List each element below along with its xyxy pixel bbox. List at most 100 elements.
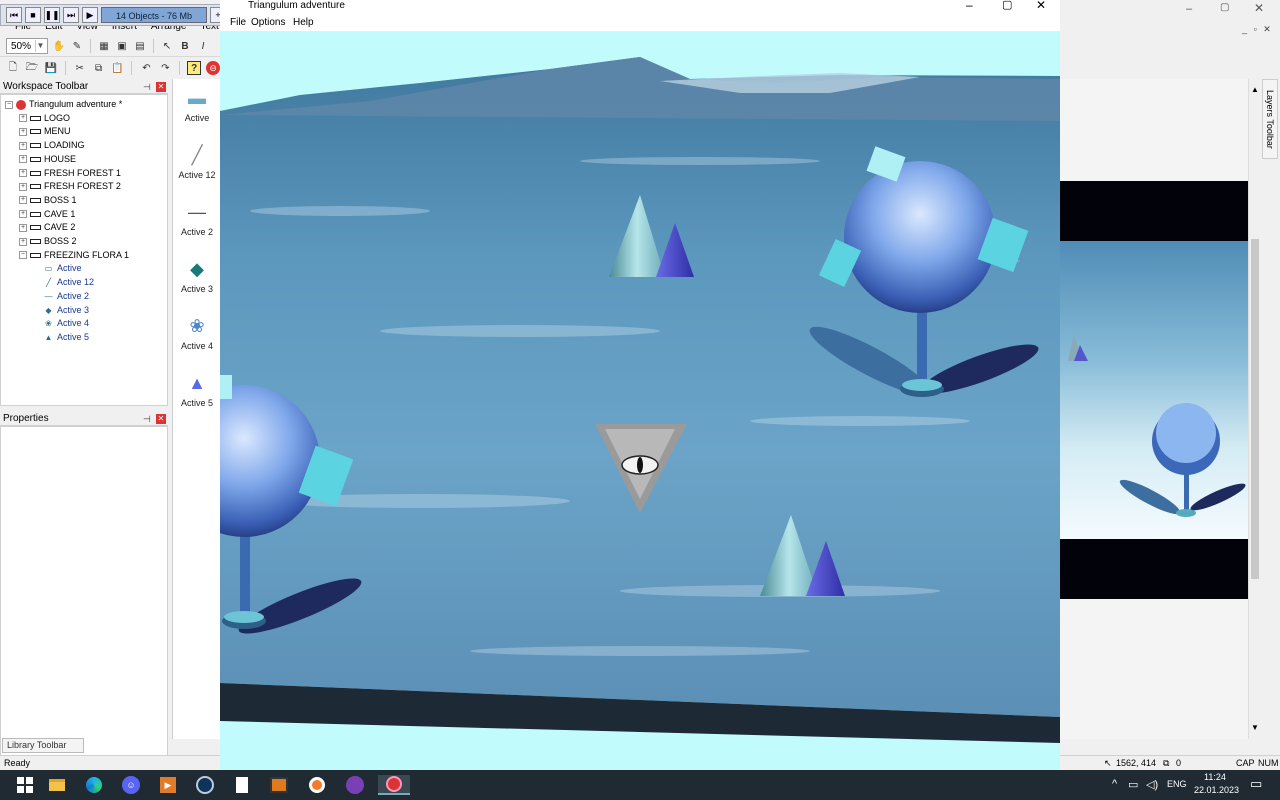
close-icon[interactable]: ✕ <box>156 414 166 424</box>
object-strip-item[interactable]: ▬ Active <box>173 87 221 124</box>
gif-app-icon[interactable] <box>268 775 290 795</box>
grid-icon[interactable]: ▦ <box>97 39 111 53</box>
stop-icon[interactable]: ⊖ <box>206 61 221 75</box>
editor-minimize-button[interactable]: – <box>1186 3 1192 15</box>
open-folder-icon[interactable]: 🗁 <box>25 61 39 75</box>
tree-frame[interactable]: + CAVE 2 <box>19 221 75 234</box>
tree-frame[interactable]: − FREEZING FLORA 1 <box>19 249 129 262</box>
cut-icon[interactable]: ✂ <box>73 61 87 75</box>
stop-icon[interactable]: ■ <box>25 7 41 23</box>
volume-icon[interactable]: ◁) <box>1146 778 1158 791</box>
notepad-icon[interactable] <box>231 775 253 795</box>
tree-frame[interactable]: + BOSS 2 <box>19 235 77 248</box>
language-indicator[interactable]: ENG <box>1167 779 1187 789</box>
tray-chevron-icon[interactable]: ^ <box>1112 778 1117 790</box>
tree-frame[interactable]: + MENU <box>19 125 71 138</box>
object-strip-item[interactable]: — Active 2 <box>173 201 221 238</box>
tree-object[interactable]: ▭ Active <box>43 262 82 275</box>
tree-object[interactable]: ❀ Active 4 <box>43 317 89 330</box>
layers-toolbar-tab[interactable]: Layers Toolbar <box>1262 79 1278 159</box>
pin-icon[interactable]: ⊣ <box>143 82 151 93</box>
italic-button[interactable]: I <box>196 39 210 53</box>
save-icon[interactable]: 💾 <box>44 61 58 75</box>
paste-icon[interactable]: 📋 <box>111 61 125 75</box>
vertical-scrollbar[interactable]: ▲ ▼ <box>1248 79 1260 739</box>
notification-icon[interactable]: ▭ <box>1250 776 1262 792</box>
tree-object[interactable]: ▲ Active 5 <box>43 331 89 344</box>
tree-object[interactable]: ╱ Active 12 <box>43 276 94 289</box>
expand-icon[interactable]: + <box>19 127 27 136</box>
expand-icon[interactable]: + <box>19 210 27 219</box>
file-explorer-icon[interactable] <box>46 775 68 795</box>
edge-icon[interactable] <box>83 775 105 795</box>
tree-frame[interactable]: + LOADING <box>19 139 85 152</box>
game-close-button[interactable]: ✕ <box>1036 0 1046 12</box>
game-minimize-button[interactable]: – <box>966 0 973 12</box>
expand-icon[interactable]: + <box>19 169 27 177</box>
expand-icon[interactable]: + <box>19 155 27 164</box>
library-toolbar-tab[interactable]: Library Toolbar <box>2 738 84 753</box>
game-menu-options[interactable]: Options <box>251 17 285 28</box>
expand-icon[interactable]: + <box>19 196 27 205</box>
status-text: Ready <box>4 758 31 768</box>
object-strip-item[interactable]: ❀ Active 4 <box>173 315 221 352</box>
app-purple-icon[interactable] <box>344 775 366 795</box>
close-icon[interactable]: ✕ <box>156 82 166 92</box>
scroll-down-icon[interactable]: ▼ <box>1251 723 1259 732</box>
new-file-icon[interactable]: 🗋 <box>6 61 20 75</box>
tree-frame[interactable]: + FRESH FOREST 2 <box>19 180 121 193</box>
tree-object[interactable]: ◆ Active 3 <box>43 304 89 317</box>
step-icon[interactable]: ⏭ <box>63 7 79 23</box>
expand-icon[interactable]: + <box>19 237 27 246</box>
expand-icon[interactable]: + <box>19 223 27 232</box>
redo-icon[interactable]: ↷ <box>158 61 172 75</box>
windows-start-icon[interactable] <box>14 775 36 795</box>
expand-icon[interactable]: + <box>19 114 27 123</box>
network-icon[interactable]: ▭ <box>1128 778 1138 791</box>
clock-date[interactable]: 22.01.2023 <box>1194 785 1239 795</box>
game-menu-file[interactable]: File <box>230 17 246 28</box>
collapse-icon[interactable]: − <box>5 100 13 109</box>
zoom-select[interactable]: 50% ▼ <box>6 38 48 54</box>
editor-close-button[interactable]: ✕ <box>1254 1 1264 15</box>
cursor-icon[interactable]: ↖ <box>160 39 174 53</box>
scroll-up-icon[interactable]: ▲ <box>1251 85 1259 94</box>
clickteam-fusion-icon[interactable] <box>378 775 410 795</box>
hand-icon[interactable]: ✋ <box>52 39 66 53</box>
layout-icon[interactable]: ▤ <box>133 39 147 53</box>
tree-frame[interactable]: + CAVE 1 <box>19 208 75 221</box>
object-strip-item[interactable]: ▲ Active 5 <box>173 372 221 409</box>
collapse-icon[interactable]: − <box>19 251 27 260</box>
bold-button[interactable]: B <box>178 39 192 53</box>
pin-icon[interactable]: ⊣ <box>143 414 151 425</box>
blender-icon[interactable] <box>306 775 328 795</box>
pause-icon[interactable]: ❚❚ <box>44 7 60 23</box>
editor-maximize-button[interactable]: ▢ <box>1220 2 1229 13</box>
frame-view-icon[interactable]: ▣ <box>115 39 129 53</box>
tree-frame[interactable]: + HOUSE <box>19 153 76 166</box>
edit-tool-icon[interactable]: ✎ <box>70 39 84 53</box>
tree-frame[interactable]: + BOSS 1 <box>19 194 77 207</box>
clock-time[interactable]: 11:24 <box>1204 772 1226 782</box>
mdi-controls[interactable]: _ ▫ ✕ <box>1242 24 1273 35</box>
tree-frame[interactable]: + LOGO <box>19 112 70 125</box>
rewind-icon[interactable]: ⏮ <box>6 7 22 23</box>
steam-icon[interactable] <box>194 775 216 795</box>
expand-icon[interactable]: + <box>19 182 27 191</box>
media-player-icon[interactable]: ▶ <box>157 775 179 795</box>
tree-object[interactable]: — Active 2 <box>43 290 90 303</box>
game-maximize-button[interactable]: ▢ <box>1002 0 1012 11</box>
game-canvas[interactable] <box>220 31 1060 770</box>
tree-frame[interactable]: + FRESH FOREST 1 <box>19 167 121 180</box>
undo-icon[interactable]: ↶ <box>139 61 153 75</box>
tree-root[interactable]: − Triangulum adventure * <box>5 98 122 111</box>
game-menu-help[interactable]: Help <box>293 17 314 28</box>
copy-icon[interactable]: ⧉ <box>92 61 106 75</box>
scroll-thumb[interactable] <box>1251 239 1259 579</box>
object-strip-item[interactable]: ◆ Active 3 <box>173 258 221 295</box>
expand-icon[interactable]: + <box>19 141 27 150</box>
play-icon[interactable]: ▶ <box>82 7 98 23</box>
object-strip-item[interactable]: ╱ Active 12 <box>173 144 221 181</box>
discord-icon[interactable]: ☺ <box>120 775 142 795</box>
help-icon[interactable]: ? <box>187 61 202 75</box>
